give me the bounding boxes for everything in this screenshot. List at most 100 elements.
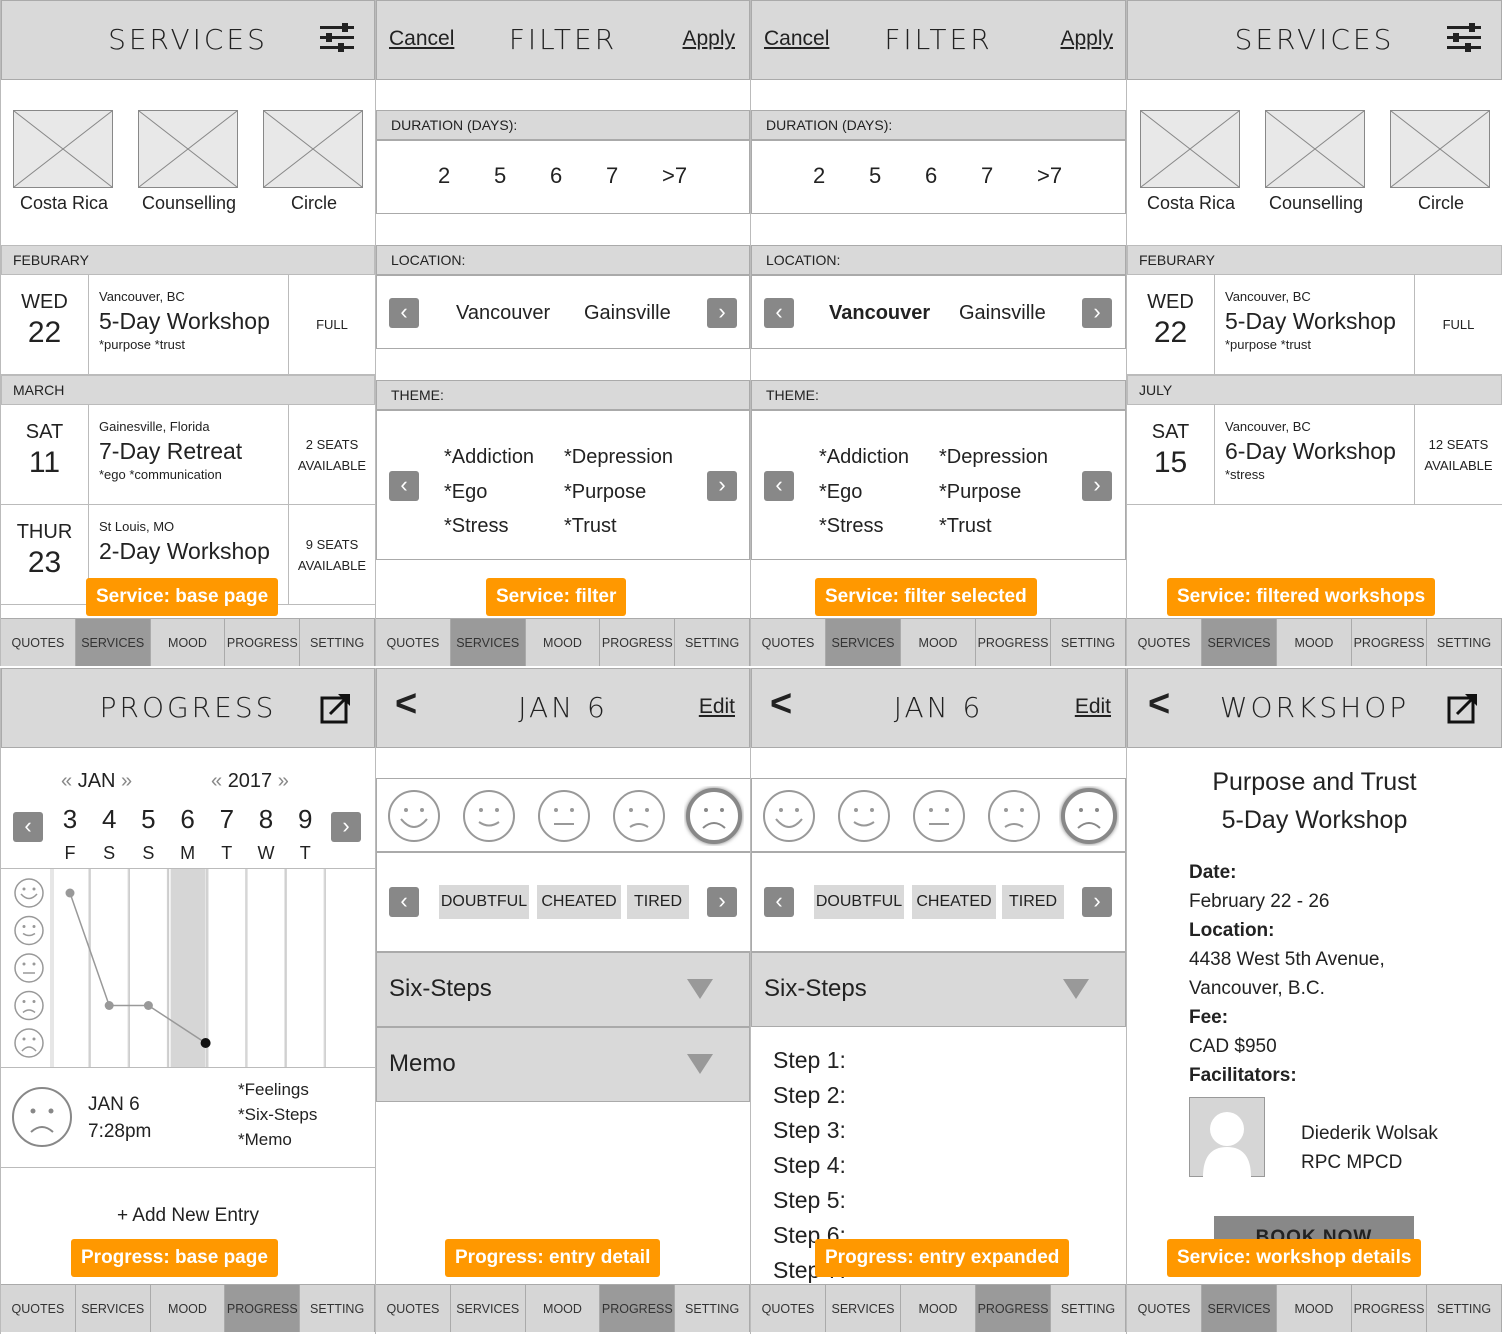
- tab-mood[interactable]: MOOD: [150, 619, 226, 666]
- duration-option[interactable]: 5: [869, 163, 881, 189]
- share-icon[interactable]: [1447, 692, 1479, 724]
- theme-option[interactable]: *Trust: [564, 515, 617, 538]
- theme-option[interactable]: *Ego: [444, 481, 487, 504]
- event-row[interactable]: SAT 11 Gainesville, Florida 7-Day Retreat *…: [1, 405, 375, 505]
- week-date[interactable]: 5: [133, 804, 163, 835]
- week-date[interactable]: 6: [173, 804, 203, 835]
- theme-option[interactable]: *Stress: [819, 515, 883, 538]
- duration-option[interactable]: 2: [813, 163, 825, 189]
- filter-settings-icon[interactable]: [1447, 23, 1481, 53]
- tab-quotes[interactable]: QUOTES: [376, 1285, 451, 1332]
- tab-setting[interactable]: SETTING: [1427, 1285, 1502, 1332]
- six-steps-accordion[interactable]: Six-Steps: [376, 952, 750, 1027]
- neutral-face-icon[interactable]: [537, 789, 591, 843]
- tab-quotes[interactable]: QUOTES: [1, 619, 76, 666]
- tab-setting[interactable]: SETTING: [1427, 619, 1502, 666]
- week-date[interactable]: 8: [251, 804, 281, 835]
- year-picker[interactable]: « 2017 »: [211, 770, 289, 793]
- week-date[interactable]: 3: [55, 804, 85, 835]
- prev-arrow-button[interactable]: ‹: [389, 471, 419, 501]
- tab-services[interactable]: SERVICES: [450, 1285, 526, 1332]
- tab-quotes[interactable]: QUOTES: [1127, 619, 1202, 666]
- month-picker[interactable]: « JAN »: [61, 770, 132, 793]
- six-steps-accordion[interactable]: Six-Steps: [751, 952, 1126, 1027]
- duration-option[interactable]: 6: [550, 163, 562, 189]
- next-month-icon[interactable]: »: [121, 770, 132, 792]
- theme-option[interactable]: *Stress: [444, 515, 508, 538]
- add-entry-button[interactable]: + Add New Entry: [1, 1205, 375, 1227]
- neutral-face-icon[interactable]: [912, 789, 966, 843]
- next-arrow-button[interactable]: ›: [1082, 887, 1112, 917]
- tab-services[interactable]: SERVICES: [75, 1285, 151, 1332]
- theme-option[interactable]: *Depression: [564, 446, 673, 469]
- tab-progress[interactable]: PROGRESS: [976, 1285, 1051, 1332]
- step-item[interactable]: Step 5:: [773, 1187, 846, 1214]
- step-item[interactable]: Step 3:: [773, 1117, 846, 1144]
- theme-option[interactable]: *Purpose: [564, 481, 646, 504]
- week-date[interactable]: 9: [290, 804, 320, 835]
- duration-option[interactable]: >7: [662, 163, 687, 189]
- thumb-circle[interactable]: Circle: [1390, 110, 1490, 213]
- tab-quotes[interactable]: QUOTES: [1127, 1285, 1202, 1332]
- sad-face-icon[interactable]: [987, 789, 1041, 843]
- happy-face-icon[interactable]: [837, 789, 891, 843]
- tab-mood[interactable]: MOOD: [525, 619, 601, 666]
- tab-services[interactable]: SERVICES: [1202, 1285, 1277, 1332]
- apply-button[interactable]: Apply: [1060, 27, 1113, 51]
- next-arrow-button[interactable]: ›: [707, 298, 737, 328]
- apply-button[interactable]: Apply: [682, 27, 735, 51]
- prev-arrow-button[interactable]: ‹: [764, 471, 794, 501]
- tab-mood[interactable]: MOOD: [525, 1285, 601, 1332]
- tab-services[interactable]: SERVICES: [450, 619, 526, 666]
- week-date[interactable]: 4: [94, 804, 124, 835]
- prev-month-icon[interactable]: «: [61, 770, 72, 792]
- very-happy-face-icon[interactable]: [762, 789, 816, 843]
- tab-quotes[interactable]: QUOTES: [376, 619, 451, 666]
- location-option-selected[interactable]: Vancouver: [829, 302, 930, 325]
- thumb-counselling[interactable]: Counselling: [138, 110, 238, 213]
- tab-progress[interactable]: PROGRESS: [225, 619, 301, 666]
- event-row[interactable]: SAT 15 Vancouver, BC 6-Day Workshop *stress…: [1127, 405, 1502, 505]
- tab-mood[interactable]: MOOD: [150, 1285, 226, 1332]
- tab-quotes[interactable]: QUOTES: [751, 619, 826, 666]
- tab-progress[interactable]: PROGRESS: [1352, 1285, 1427, 1332]
- duration-option[interactable]: 2: [438, 163, 450, 189]
- tab-services[interactable]: SERVICES: [1202, 619, 1277, 666]
- theme-option[interactable]: *Trust: [939, 515, 992, 538]
- feeling-chip[interactable]: TIRED: [627, 885, 689, 919]
- tab-setting[interactable]: SETTING: [675, 1285, 750, 1332]
- tab-quotes[interactable]: QUOTES: [751, 1285, 826, 1332]
- duration-option[interactable]: >7: [1037, 163, 1062, 189]
- tab-setting[interactable]: SETTING: [675, 619, 750, 666]
- next-arrow-button[interactable]: ›: [707, 471, 737, 501]
- location-option[interactable]: Gainsville: [959, 302, 1046, 325]
- prev-arrow-button[interactable]: ‹: [764, 887, 794, 917]
- tab-mood[interactable]: MOOD: [901, 619, 976, 666]
- share-icon[interactable]: [320, 692, 352, 724]
- duration-option[interactable]: 7: [981, 163, 993, 189]
- duration-option[interactable]: 6: [925, 163, 937, 189]
- tab-setting[interactable]: SETTING: [1051, 1285, 1126, 1332]
- location-option[interactable]: Vancouver: [456, 302, 550, 325]
- tab-setting[interactable]: SETTING: [1051, 619, 1126, 666]
- theme-option[interactable]: *Addiction: [444, 446, 534, 469]
- prev-week-button[interactable]: ‹: [13, 812, 43, 842]
- next-arrow-button[interactable]: ›: [707, 887, 737, 917]
- feeling-chip[interactable]: TIRED: [1002, 885, 1064, 919]
- prev-arrow-button[interactable]: ‹: [389, 887, 419, 917]
- feeling-chip[interactable]: CHEATED: [912, 885, 996, 919]
- feeling-chip[interactable]: DOUBTFUL: [814, 885, 904, 919]
- thumb-circle[interactable]: Circle: [263, 110, 363, 213]
- tab-progress[interactable]: PROGRESS: [225, 1285, 301, 1332]
- tab-mood[interactable]: MOOD: [1277, 1285, 1352, 1332]
- theme-option[interactable]: *Depression: [939, 446, 1048, 469]
- tab-progress[interactable]: PROGRESS: [1352, 619, 1427, 666]
- duration-option[interactable]: 5: [494, 163, 506, 189]
- tab-services[interactable]: SERVICES: [75, 619, 151, 666]
- tab-setting[interactable]: SETTING: [300, 1285, 375, 1332]
- prev-arrow-button[interactable]: ‹: [389, 298, 419, 328]
- feeling-chip[interactable]: DOUBTFUL: [439, 885, 529, 919]
- tab-setting[interactable]: SETTING: [300, 619, 375, 666]
- feeling-chip[interactable]: CHEATED: [537, 885, 621, 919]
- week-date[interactable]: 7: [212, 804, 242, 835]
